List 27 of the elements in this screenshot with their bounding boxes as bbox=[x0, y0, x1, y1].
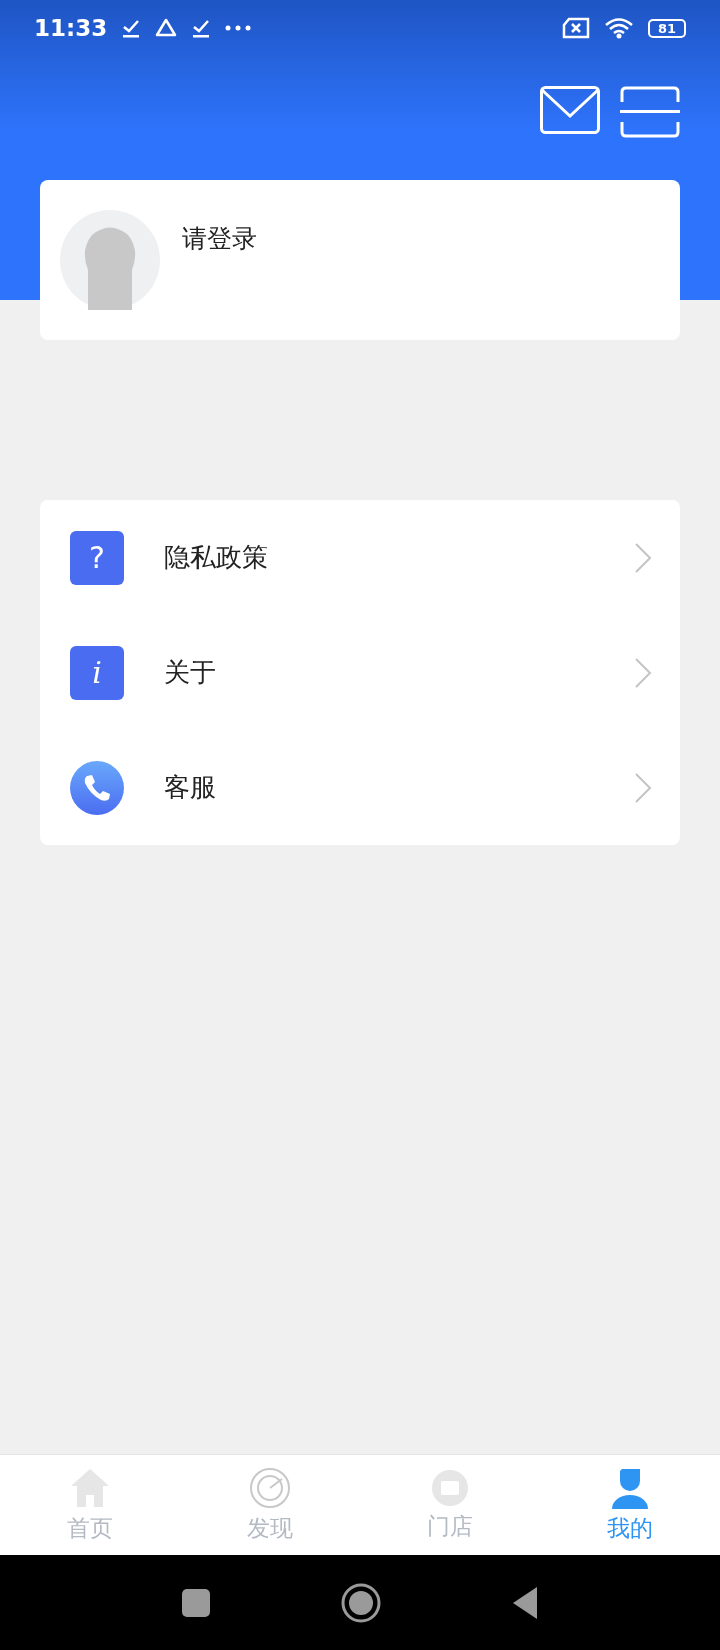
status-time: 11:33 bbox=[34, 15, 108, 41]
home-button[interactable] bbox=[341, 1582, 381, 1623]
triangle-icon bbox=[155, 18, 178, 38]
download-done-icon bbox=[121, 18, 142, 38]
mail-icon[interactable] bbox=[540, 86, 600, 134]
back-button[interactable] bbox=[511, 1585, 539, 1620]
person-icon bbox=[610, 1466, 650, 1509]
home-icon bbox=[69, 1466, 111, 1509]
menu-item[interactable]: 关于 bbox=[164, 655, 594, 690]
chevron-right-icon bbox=[634, 771, 652, 804]
chevron-right-icon bbox=[634, 656, 652, 689]
wifi-icon bbox=[603, 17, 634, 39]
menu-item[interactable]: 客服 bbox=[164, 770, 594, 805]
menu-item[interactable]: 隐私政策 bbox=[164, 540, 594, 575]
question-icon: ? bbox=[70, 530, 124, 585]
battery-level: 81 bbox=[647, 18, 686, 38]
more-icon bbox=[225, 25, 252, 31]
chevron-right-icon bbox=[634, 541, 652, 574]
download-done-icon bbox=[191, 18, 212, 38]
recents-button[interactable] bbox=[181, 1587, 211, 1618]
scan-icon[interactable] bbox=[620, 86, 680, 138]
store-icon bbox=[431, 1468, 469, 1507]
phone-icon bbox=[70, 760, 124, 815]
login-prompt[interactable]: 请登录 bbox=[182, 222, 257, 255]
no-sim-icon bbox=[561, 17, 590, 39]
info-icon: i bbox=[70, 645, 124, 700]
compass-icon bbox=[249, 1466, 291, 1509]
